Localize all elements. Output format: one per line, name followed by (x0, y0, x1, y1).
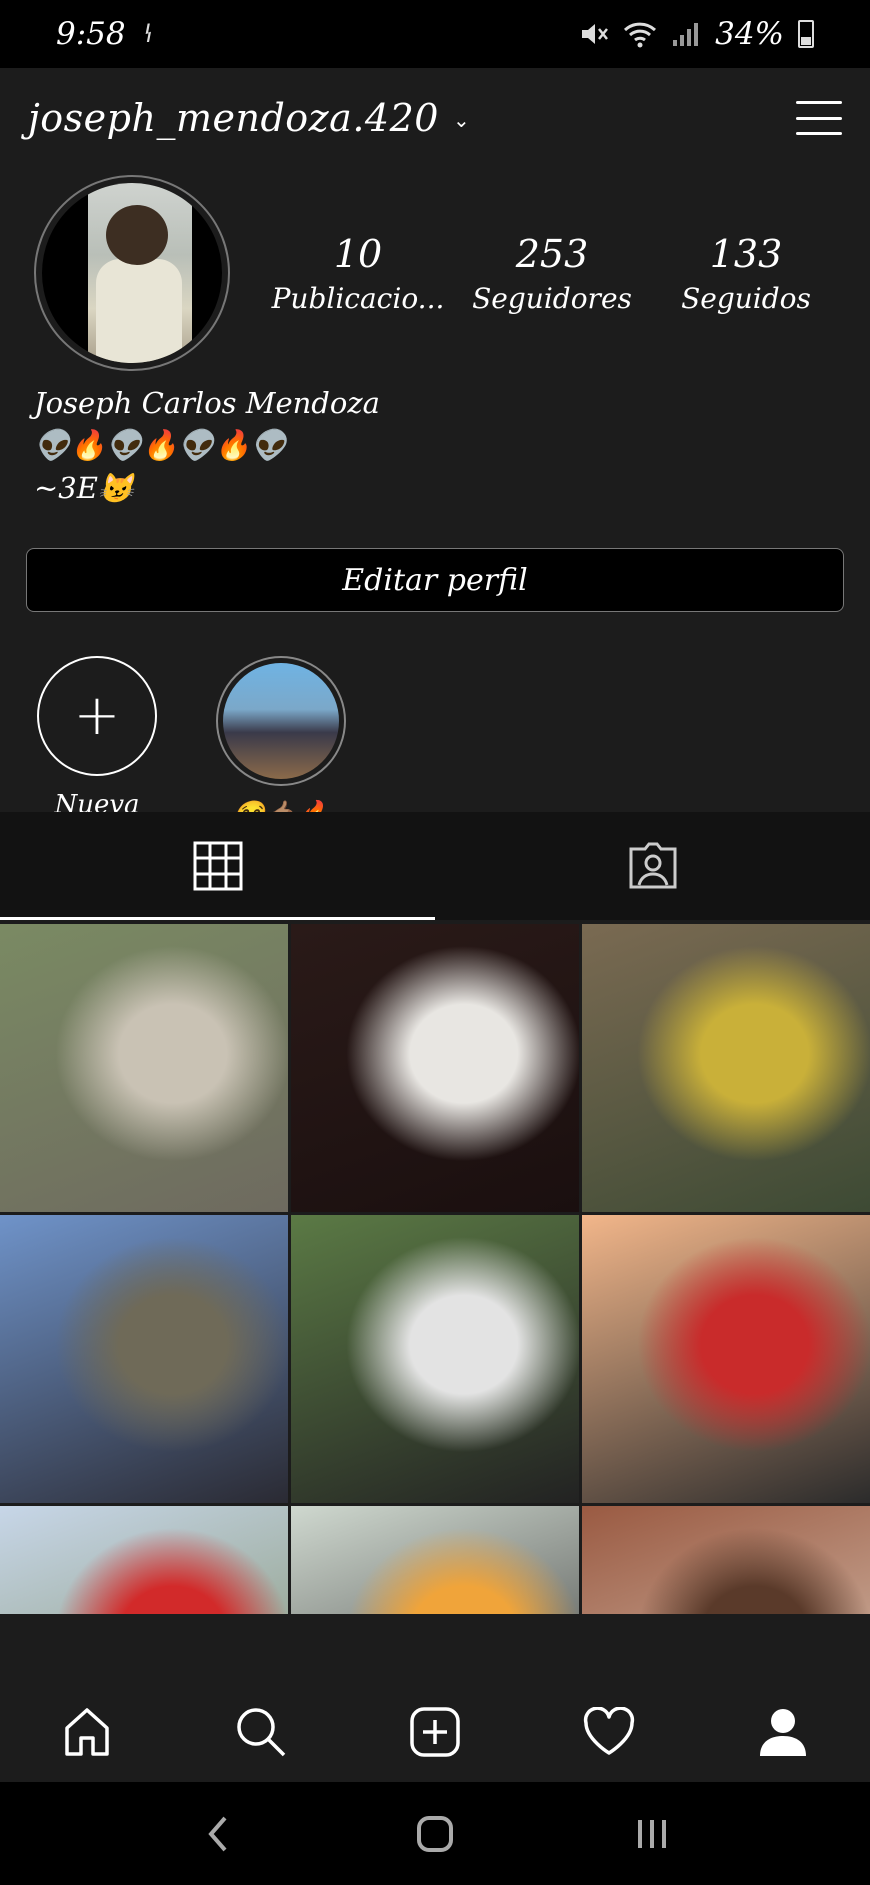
stat-label: Seguidos (681, 281, 811, 315)
post-thumbnail[interactable] (291, 1506, 579, 1614)
home-circle-icon (416, 1815, 453, 1852)
nav-home[interactable] (42, 1687, 132, 1777)
post-thumbnail[interactable] (582, 924, 870, 1212)
plus-icon: + (73, 683, 121, 748)
status-icons: 34% (579, 16, 814, 52)
add-highlight-button[interactable]: + (37, 656, 157, 776)
post-thumbnail[interactable] (291, 1215, 579, 1503)
tab-tagged[interactable] (435, 812, 870, 920)
profile-icon (760, 1709, 806, 1756)
recents-icon (637, 1819, 666, 1848)
signal-icon (673, 23, 699, 46)
stat-label: Publicacio... (271, 281, 445, 315)
battery-icon (798, 20, 814, 48)
avatar[interactable] (34, 175, 230, 371)
bio-line: ~3E😼 (34, 471, 135, 505)
top-bar: joseph_mendoza.420 ⌄ (0, 68, 870, 168)
highlight-new[interactable]: + Nueva (30, 656, 164, 838)
carrier-icon: ꝇ (143, 20, 154, 48)
status-bar: 9:58 ꝇ 34% (0, 0, 870, 68)
battery-percent: 34% (715, 16, 784, 52)
system-back-button[interactable] (178, 1794, 258, 1874)
menu-icon[interactable] (796, 101, 842, 135)
bio-line: 👽🔥👽🔥👽🔥👽 (34, 428, 287, 462)
system-recents-button[interactable] (612, 1794, 692, 1874)
post-thumbnail[interactable] (582, 1215, 870, 1503)
avatar-photo (42, 183, 222, 363)
nav-new-post[interactable] (390, 1687, 480, 1777)
tab-grid[interactable] (0, 812, 435, 920)
wifi-icon (624, 22, 657, 48)
mute-icon (582, 24, 609, 44)
highlight-cover[interactable] (216, 656, 346, 786)
system-nav (0, 1782, 870, 1885)
add-post-icon (410, 1707, 460, 1757)
highlight-story[interactable]: 😂🤙🏽🔥 (214, 656, 348, 838)
activity-heart-icon (583, 1707, 635, 1755)
stat-label: Seguidores (472, 281, 632, 315)
stat-value: 253 (515, 231, 589, 276)
post-grid (0, 924, 870, 1614)
post-thumbnail[interactable] (582, 1506, 870, 1614)
stat-value: 133 (709, 231, 783, 276)
post-thumbnail[interactable] (0, 1506, 288, 1614)
username-switcher[interactable]: joseph_mendoza.420 (28, 96, 439, 140)
stat-value: 10 (333, 231, 383, 276)
nav-profile[interactable] (738, 1687, 828, 1777)
post-thumbnail[interactable] (0, 924, 288, 1212)
story-highlights: + Nueva 😂🤙🏽🔥 (0, 612, 870, 838)
nav-search[interactable] (216, 1687, 306, 1777)
edit-profile-button[interactable]: Editar perfil (26, 548, 844, 612)
full-name: Joseph Carlos Mendoza (34, 386, 380, 420)
tagged-icon (629, 842, 676, 889)
status-time: 9:58 (56, 16, 126, 52)
system-home-button[interactable] (395, 1794, 475, 1874)
stat-followers[interactable]: 253 Seguidores (462, 232, 642, 315)
chevron-down-icon[interactable]: ⌄ (453, 108, 470, 132)
stat-posts[interactable]: 10 Publicacio... (268, 232, 448, 315)
post-thumbnail[interactable] (0, 1215, 288, 1503)
profile-header: 10 Publicacio... 253 Seguidores 133 Segu… (0, 168, 870, 371)
post-thumbnail[interactable] (291, 924, 579, 1212)
home-icon (65, 1708, 109, 1756)
stat-following[interactable]: 133 Seguidos (656, 232, 836, 315)
profile-stats: 10 Publicacio... 253 Seguidores 133 Segu… (268, 232, 836, 315)
nav-activity[interactable] (564, 1687, 654, 1777)
profile-tabs (0, 812, 870, 920)
grid-icon (193, 841, 242, 891)
bottom-nav (0, 1682, 870, 1782)
bio: Joseph Carlos Mendoza 👽🔥👽🔥👽🔥👽 ~3E😼 (0, 364, 870, 506)
back-icon (208, 1816, 227, 1851)
search-icon (237, 1708, 286, 1757)
